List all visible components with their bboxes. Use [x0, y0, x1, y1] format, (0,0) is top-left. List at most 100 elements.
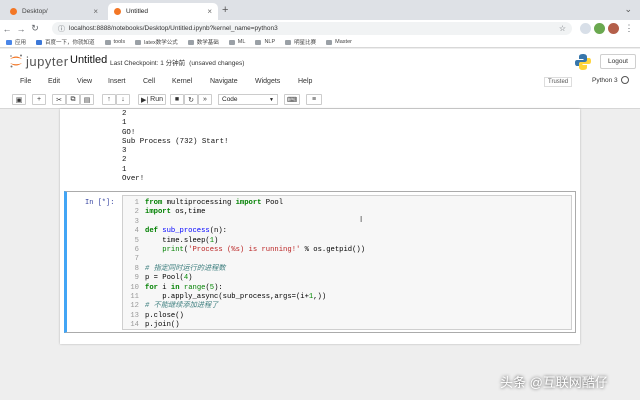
menu-help[interactable]: Help [298, 78, 312, 85]
code-text: # 指定同时运行的进程数 [145, 264, 226, 273]
line-number: 8 [134, 264, 139, 273]
notebook-name[interactable]: Untitled [70, 54, 107, 66]
hamburger-icon: ≡ [311, 96, 317, 103]
command-palette-button[interactable]: ⌨ [284, 94, 300, 105]
bookmark-competition[interactable]: 明星比赛 [285, 38, 316, 46]
avatar[interactable] [608, 23, 619, 34]
url-field[interactable]: ⓘ localhost:8888/notebooks/Desktop/Untit… [52, 22, 572, 35]
menu-file[interactable]: File [20, 78, 31, 85]
code-line[interactable]: 7 [123, 255, 573, 264]
code-line[interactable]: 4 def sub_process(n): [123, 227, 573, 236]
line-number: 6 [134, 245, 139, 254]
code-line[interactable]: 3 [123, 218, 573, 227]
line-number: 9 [134, 274, 139, 283]
output-line: GO! [122, 128, 136, 137]
restart-button[interactable]: ↻ [184, 94, 198, 105]
keyboard-icon: ⌨ [286, 96, 298, 104]
new-tab-button[interactable]: + [222, 4, 228, 16]
bookmark-ml[interactable]: ML [228, 39, 245, 45]
bookmark-star-icon[interactable]: ☆ [559, 24, 566, 33]
jupyter-logo-icon[interactable] [8, 53, 24, 69]
bookmark-tools[interactable]: tools [104, 39, 126, 45]
forward-icon[interactable]: → [14, 24, 28, 34]
insert-cell-button[interactable]: + [32, 94, 46, 105]
move-down-button[interactable]: ↓ [116, 94, 130, 105]
refresh-icon: ↻ [188, 96, 194, 104]
python-logo-icon [575, 54, 591, 70]
restart-run-all-button[interactable]: » [198, 94, 212, 105]
bookmark-label: NLP [264, 39, 276, 45]
code-line[interactable]: 5 time.sleep(1) [123, 237, 573, 246]
cell-type-select[interactable]: Code ▼ [218, 94, 278, 105]
menu-insert[interactable]: Insert [108, 78, 126, 85]
tab-title: Untitled [126, 8, 149, 15]
menu-cell[interactable]: Cell [143, 78, 155, 85]
bookmark-master[interactable]: Master [326, 39, 352, 45]
line-number: 3 [134, 217, 139, 226]
apps-grid-icon [6, 39, 12, 45]
interrupt-button[interactable]: ■ [170, 94, 184, 105]
code-text: print('Process (%s) is running!' % os.ge… [162, 245, 366, 254]
menu-edit[interactable]: Edit [48, 78, 60, 85]
back-icon[interactable]: ← [0, 24, 14, 34]
menubar: File Edit View Insert Cell Kernel Naviga… [0, 73, 640, 91]
window-menu-icon[interactable]: ⌄ [624, 4, 632, 15]
bookmark-nlp[interactable]: NLP [255, 39, 275, 45]
code-line[interactable]: 14 p.join() [123, 321, 573, 330]
output-line: 2 [122, 156, 127, 165]
paste-button[interactable]: ▤ [80, 94, 94, 105]
close-tab-icon[interactable]: × [93, 7, 98, 16]
bookmark-apps[interactable]: 应用 [6, 38, 26, 46]
reload-icon[interactable]: ↻ [28, 23, 42, 34]
code-lines[interactable]: 1 from multiprocessing import Pool 2 import… [123, 199, 573, 330]
close-tab-icon[interactable]: × [207, 7, 212, 16]
bookmark-label: latex数学公式 [144, 40, 178, 46]
code-text: for i in range(5): [145, 283, 223, 292]
menu-widgets[interactable]: Widgets [255, 78, 280, 85]
code-editor[interactable]: 1 from multiprocessing import Pool 2 import… [122, 195, 572, 330]
info-icon[interactable]: ⓘ [58, 24, 65, 34]
code-cell-selected[interactable]: In [*]: 1 from multiprocessing import Poo… [64, 191, 576, 333]
code-text: import os,time [145, 208, 206, 217]
line-number: 4 [134, 227, 139, 236]
menu-view[interactable]: View [77, 78, 92, 85]
copy-button[interactable]: ⧉ [66, 94, 80, 105]
cut-button[interactable]: ✂ [52, 94, 66, 105]
menu-kernel[interactable]: Kernel [172, 78, 192, 85]
cell-toolbar-button[interactable]: ≡ [306, 94, 322, 105]
move-up-button[interactable]: ↑ [102, 94, 116, 105]
trusted-indicator[interactable]: Trusted [544, 77, 573, 87]
save-button[interactable]: ▣ [12, 94, 26, 105]
text-cursor-icon: I [360, 215, 363, 224]
output-line: 1 [122, 165, 127, 174]
bookmark-latex[interactable]: latex数学公式 [135, 38, 178, 46]
logout-button[interactable]: Logout [600, 54, 636, 69]
bookmark-math[interactable]: 数学基础 [187, 38, 219, 46]
folder-icon [104, 39, 111, 45]
extension-icon[interactable] [580, 23, 591, 34]
output-line: 2 [122, 110, 127, 118]
scissors-icon: ✂ [56, 96, 62, 104]
bookmark-label: 明星比赛 [294, 40, 317, 46]
code-line[interactable]: 2 import os,time [123, 208, 573, 217]
code-line[interactable]: 10 for i in range(5): [123, 284, 573, 293]
code-line[interactable]: 8 # 指定同时运行的进程数 [123, 265, 573, 274]
browser-tab-desktop[interactable]: Desktop/ × [4, 3, 104, 20]
menu-navigate[interactable]: Navigate [210, 78, 238, 85]
browser-tab-untitled[interactable]: Untitled × [108, 3, 218, 20]
run-button[interactable]: ▶| Run [138, 94, 166, 105]
code-line[interactable]: 6 print('Process (%s) is running!' % os.… [123, 246, 573, 255]
browser-menu-icon[interactable]: ⋮ [622, 23, 636, 34]
code-line[interactable]: 11 p.apply_async(sub_process,args=(i+1,)… [123, 293, 573, 302]
fast-forward-icon: » [203, 96, 207, 103]
jupyter-favicon-icon [114, 8, 121, 15]
bookmark-label: tools [113, 39, 126, 45]
code-line[interactable]: 13 p.close() [123, 312, 573, 321]
output-line: Over! [122, 175, 145, 184]
extension-icon[interactable] [594, 23, 605, 34]
code-text: time.sleep(1) [145, 236, 219, 245]
bookmark-baidu[interactable]: 百度一下，你就知道 [36, 38, 95, 46]
code-line[interactable]: 9 p = Pool(4) [123, 274, 573, 283]
code-line[interactable]: 12 # 不能继续添加进程了 [123, 302, 573, 311]
code-line[interactable]: 1 from multiprocessing import Pool [123, 199, 573, 208]
